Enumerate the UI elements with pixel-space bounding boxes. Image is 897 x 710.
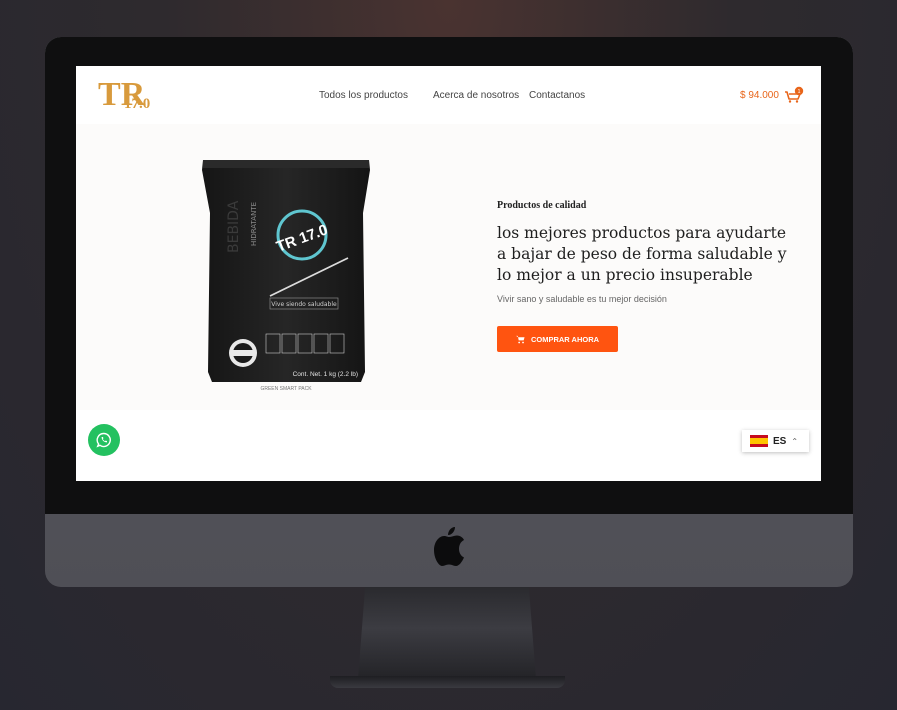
language-code: ES bbox=[773, 435, 787, 447]
cart-icon[interactable]: 1 bbox=[784, 86, 804, 104]
cart-icon bbox=[515, 335, 525, 343]
product-vertical-text-2: HIDRATANTE bbox=[250, 202, 258, 246]
imac-stand bbox=[358, 587, 536, 679]
nav-link-all-products[interactable]: Todos los productos bbox=[319, 90, 408, 102]
whatsapp-icon bbox=[96, 432, 111, 448]
cart-count: 1 bbox=[797, 89, 800, 95]
apple-logo-icon bbox=[434, 527, 464, 566]
hero-section: BEBIDA HIDRATANTE TR 17.0 Vive siendo sa… bbox=[76, 124, 821, 456]
buy-now-label: COMPRAR AHORA bbox=[530, 334, 600, 344]
site-logo[interactable]: TR 17.0 bbox=[98, 76, 168, 116]
hero-headline: los mejores productos para ayudarte a ba… bbox=[497, 224, 787, 284]
hero-eyebrow: Productos de calidad bbox=[497, 200, 587, 211]
whatsapp-button[interactable] bbox=[88, 424, 120, 456]
nav-link-about[interactable]: Acerca de nosotros bbox=[433, 90, 519, 102]
chevron-up-icon: ⌃ bbox=[791, 436, 799, 446]
buy-now-button[interactable]: COMPRAR AHORA bbox=[497, 326, 618, 352]
product-vertical-text: BEBIDA bbox=[226, 200, 242, 253]
language-switcher[interactable]: ES ⌃ bbox=[742, 430, 809, 452]
product-pouch bbox=[202, 160, 370, 382]
product-tagline: Vive siendo saludable bbox=[271, 301, 337, 308]
cart-total[interactable]: $ 94.000 bbox=[740, 90, 779, 102]
spain-flag-icon bbox=[750, 435, 768, 447]
product-footer: GREEN SMART PACK bbox=[260, 386, 312, 392]
hero-subtitle: Vivir sano y saludable es tu mejor decis… bbox=[497, 294, 667, 304]
website-screen: TR 17.0 Todos los productos Acerca de no… bbox=[76, 66, 821, 481]
imac-stand-base bbox=[330, 676, 565, 688]
site-header: TR 17.0 Todos los productos Acerca de no… bbox=[76, 66, 821, 124]
nav-link-contact[interactable]: Contactanos bbox=[529, 90, 585, 102]
product-image: BEBIDA HIDRATANTE TR 17.0 Vive siendo sa… bbox=[202, 160, 370, 392]
product-net-content: Cont. Net. 1 kg (2.2 lb) bbox=[293, 371, 358, 378]
logo-version: 17.0 bbox=[124, 96, 151, 112]
